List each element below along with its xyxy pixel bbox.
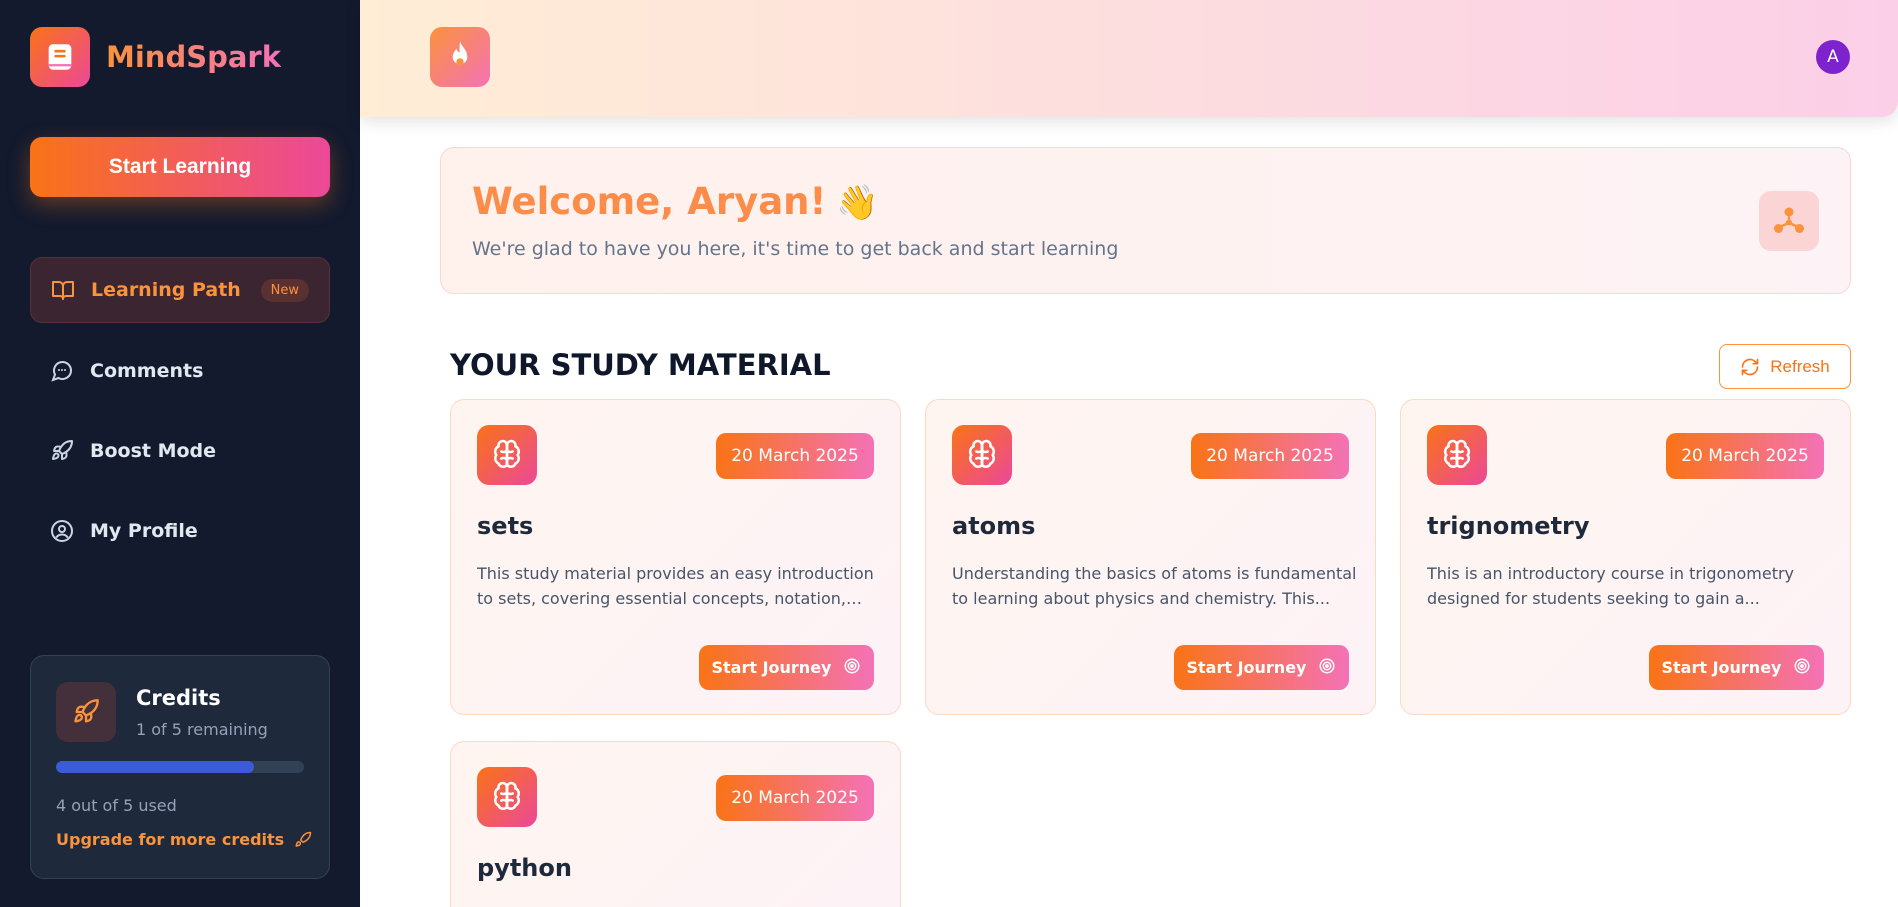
sidebar-item-label: My Profile xyxy=(90,520,198,542)
upgrade-credits-link[interactable]: Upgrade for more credits xyxy=(56,830,312,849)
start-journey-button[interactable]: Start Journey xyxy=(1174,645,1349,690)
credits-used: 4 out of 5 used xyxy=(56,796,177,815)
card-description: Understanding the basics of atoms is fun… xyxy=(952,564,1357,608)
card-title: sets xyxy=(477,512,534,540)
sidebar-item-comments[interactable]: Comments xyxy=(30,338,330,404)
start-learning-button[interactable]: Start Learning xyxy=(30,137,330,197)
start-journey-button[interactable]: Start Journey xyxy=(699,645,874,690)
card-title: atoms xyxy=(952,512,1036,540)
start-journey-label: Start Journey xyxy=(711,658,832,677)
card-description: This study material provides an easy int… xyxy=(477,564,874,608)
study-card[interactable]: 20 March 2025 atoms Understanding the basi… xyxy=(925,399,1376,715)
target-icon xyxy=(1306,657,1336,679)
sidebar-item-my-profile[interactable]: My Profile xyxy=(30,498,330,564)
sidebar-item-label: Learning Path xyxy=(91,279,241,301)
credits-title: Credits xyxy=(136,686,221,710)
book-open-icon xyxy=(51,278,75,302)
study-card[interactable]: 20 March 2025 python xyxy=(450,741,901,907)
welcome-title: Welcome, Aryan! 👋 xyxy=(472,180,879,223)
credits-progress-fill xyxy=(56,761,255,773)
welcome-subtitle: We're glad to have you here, it's time t… xyxy=(472,238,1119,260)
credits-progress-bar xyxy=(56,761,304,773)
card-title: python xyxy=(477,854,572,882)
rocket-icon xyxy=(295,831,312,847)
top-header: A xyxy=(360,0,1898,117)
brain-icon xyxy=(952,425,1012,485)
date-badge: 20 March 2025 xyxy=(716,775,874,821)
rocket-icon xyxy=(50,439,74,463)
card-title: trignometry xyxy=(1427,512,1590,540)
sidebar: MindSpark Start Learning Learning Path N… xyxy=(0,0,360,907)
date-badge: 20 March 2025 xyxy=(1666,433,1824,479)
book-icon xyxy=(30,27,90,87)
sidebar-item-label: Comments xyxy=(90,360,204,382)
chat-icon xyxy=(50,359,74,383)
brain-icon xyxy=(477,425,537,485)
target-icon xyxy=(831,657,861,679)
refresh-icon xyxy=(1741,358,1759,375)
upgrade-credits-label: Upgrade for more credits xyxy=(56,830,285,849)
date-badge: 20 March 2025 xyxy=(1191,433,1349,479)
rocket-icon xyxy=(56,682,116,742)
sidebar-item-label: Boost Mode xyxy=(90,440,217,462)
sidebar-item-boost-mode[interactable]: Boost Mode xyxy=(30,418,330,484)
start-journey-label: Start Journey xyxy=(1661,658,1782,677)
credits-panel: Credits 1 of 5 remaining 4 out of 5 used… xyxy=(30,655,330,879)
start-journey-label: Start Journey xyxy=(1186,658,1307,677)
brand-logo[interactable]: MindSpark xyxy=(30,27,281,87)
date-badge: 20 March 2025 xyxy=(716,433,874,479)
brand-name: MindSpark xyxy=(106,40,282,74)
study-card[interactable]: 20 March 2025 sets This study material pro… xyxy=(450,399,901,715)
section-title: YOUR STUDY MATERIAL xyxy=(450,348,831,382)
molecule-icon xyxy=(1759,191,1819,251)
refresh-button[interactable]: Refresh xyxy=(1719,344,1851,389)
brain-icon xyxy=(1427,425,1487,485)
avatar[interactable]: A xyxy=(1816,40,1850,74)
flame-icon[interactable] xyxy=(430,27,490,87)
brain-icon xyxy=(477,767,537,827)
refresh-label: Refresh xyxy=(1770,356,1830,376)
credits-remaining: 1 of 5 remaining xyxy=(136,720,268,739)
welcome-title-text: Welcome, Aryan! xyxy=(472,180,827,223)
user-circle-icon xyxy=(50,519,74,543)
study-card[interactable]: 20 March 2025 trignometry This is an intro… xyxy=(1400,399,1851,715)
sidebar-item-learning-path[interactable]: Learning Path New xyxy=(30,257,330,323)
welcome-banner: Welcome, Aryan! 👋 We're glad to have you … xyxy=(440,147,1851,294)
card-description: This is an introductory course in trigon… xyxy=(1427,564,1795,608)
new-badge: New xyxy=(260,279,309,302)
waving-hand-emoji: 👋 xyxy=(836,183,879,223)
start-journey-button[interactable]: Start Journey xyxy=(1649,645,1824,690)
target-icon xyxy=(1781,657,1811,679)
